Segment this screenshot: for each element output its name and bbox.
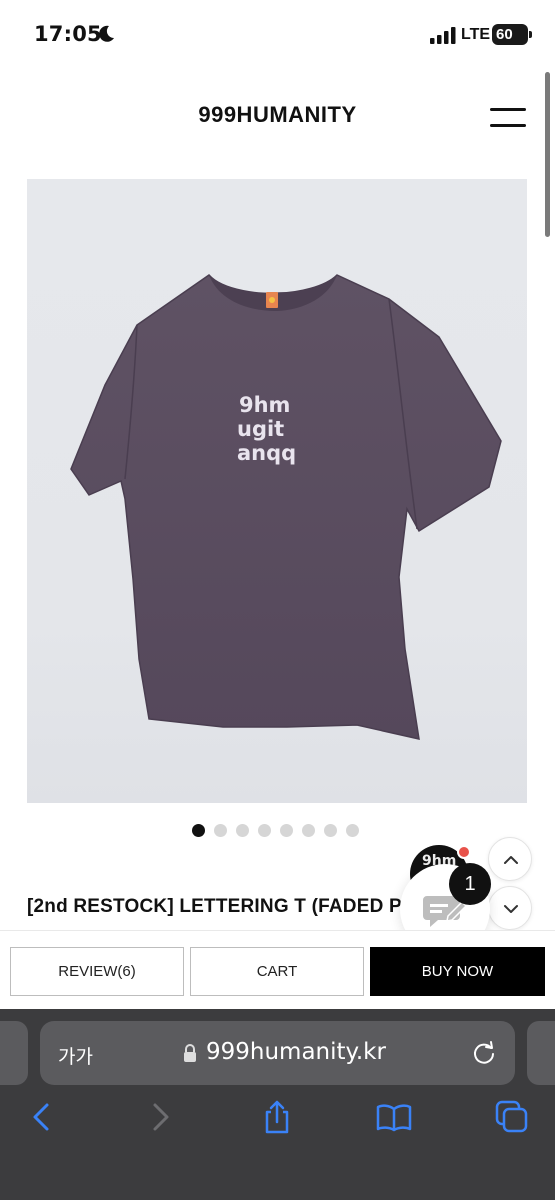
carousel-dot[interactable]	[214, 824, 227, 837]
print-text-line: 9hm	[239, 393, 290, 417]
carousel-dots	[192, 824, 359, 838]
chevron-down-icon	[504, 905, 518, 913]
battery-level: 60	[496, 26, 513, 43]
cart-button[interactable]: CART	[190, 947, 364, 996]
status-bar: 17:05 LTE 60	[0, 0, 555, 70]
network-type: LTE	[461, 26, 491, 43]
tshirt-illustration: 9hm ugit anqq	[70, 274, 502, 740]
product-title: [2nd RESTOCK] LETTERING T (FADED PU	[27, 896, 402, 917]
tabs-icon[interactable]	[494, 1099, 530, 1135]
text-size-button[interactable]: 가가	[58, 1042, 93, 1069]
product-image[interactable]: 9hm ugit anqq	[27, 179, 527, 803]
carousel-dot[interactable]	[236, 824, 249, 837]
tshirt-tag-dot	[269, 297, 275, 303]
previous-tab-preview[interactable]	[0, 1021, 28, 1085]
status-time: 17:05	[34, 22, 102, 46]
moon-icon	[99, 25, 114, 42]
scroll-up-button[interactable]	[488, 837, 532, 881]
menu-icon-line	[490, 108, 526, 111]
forward-icon[interactable]	[142, 1099, 178, 1135]
print-text-line: anqq	[237, 441, 296, 465]
carousel-dot[interactable]	[280, 824, 293, 837]
notification-dot	[457, 845, 471, 859]
battery-icon: 60	[492, 24, 528, 45]
brand-logo[interactable]: 999HUMANITY	[0, 102, 555, 128]
page-scrollbar[interactable]	[545, 72, 550, 237]
print-text-line: ugit	[237, 417, 284, 441]
bottom-action-bar: REVIEW(6) CART BUY NOW	[0, 930, 555, 1010]
review-button[interactable]: REVIEW(6)	[10, 947, 184, 996]
scroll-down-button[interactable]	[488, 886, 532, 930]
bookmarks-icon[interactable]	[376, 1099, 412, 1135]
carousel-dot[interactable]	[346, 824, 359, 837]
menu-button[interactable]	[490, 106, 528, 130]
url-text[interactable]: 999humanity.kr	[206, 1039, 386, 1065]
carousel-dot[interactable]	[324, 824, 337, 837]
menu-icon-line	[490, 124, 526, 127]
reload-icon[interactable]	[471, 1040, 497, 1066]
address-bar[interactable]: 가가 999humanity.kr	[40, 1021, 515, 1085]
carousel-dot[interactable]	[258, 824, 271, 837]
battery-tip	[529, 31, 532, 38]
signal-icon	[430, 27, 456, 44]
next-tab-preview[interactable]	[527, 1021, 555, 1085]
lock-icon	[184, 1044, 196, 1062]
chevron-up-icon	[504, 856, 518, 864]
carousel-dot[interactable]	[192, 824, 205, 837]
share-icon[interactable]	[259, 1099, 295, 1135]
chat-badge: 1	[449, 863, 491, 905]
carousel-dot[interactable]	[302, 824, 315, 837]
back-icon[interactable]	[24, 1099, 60, 1135]
buy-now-button[interactable]: BUY NOW	[370, 947, 545, 996]
